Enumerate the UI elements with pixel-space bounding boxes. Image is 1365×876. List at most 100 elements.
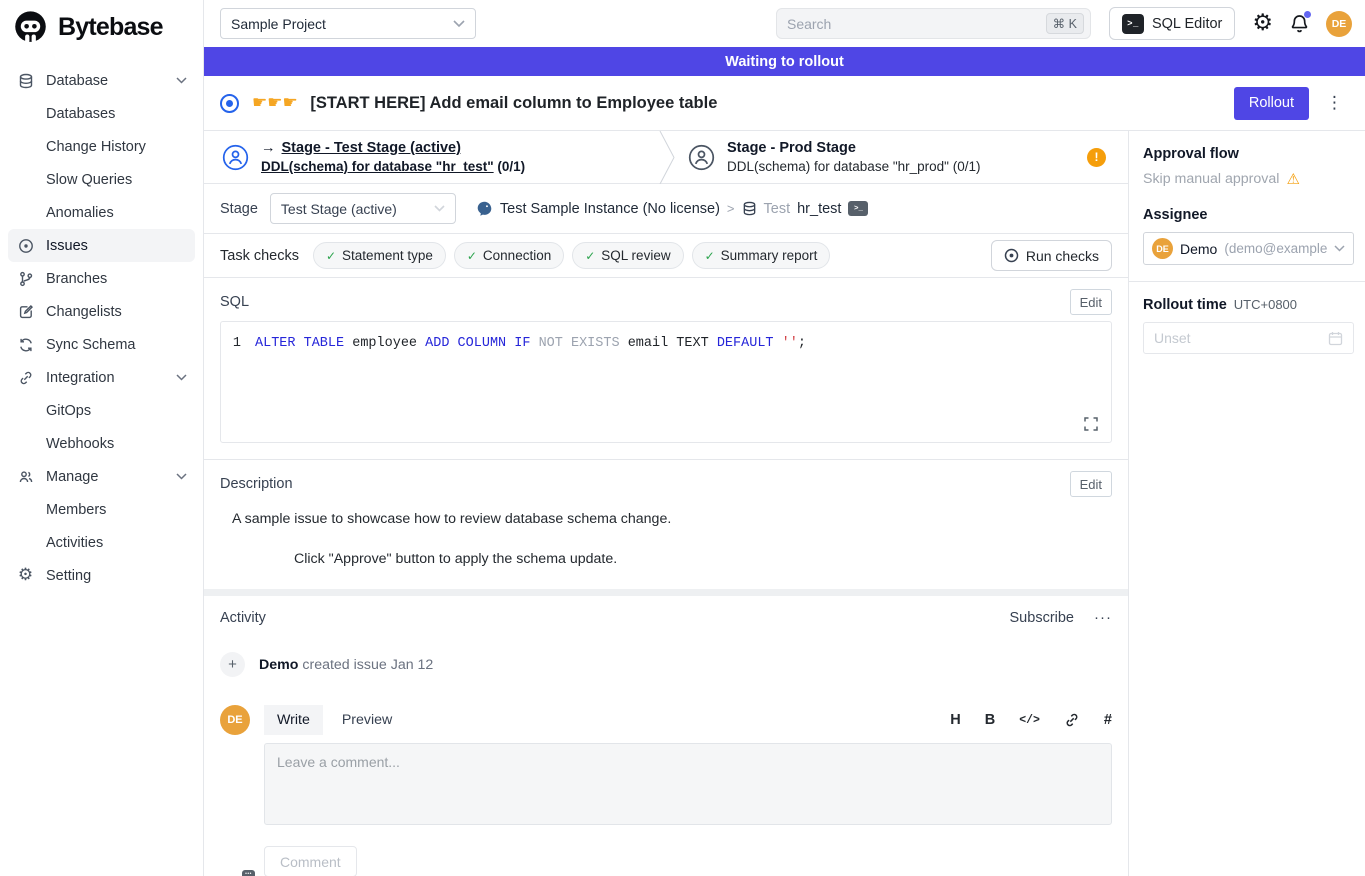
rollout-button[interactable]: Rollout — [1234, 87, 1309, 120]
gear-icon: ⚙ — [16, 567, 35, 584]
kebab-menu-icon[interactable]: ⋮ — [1326, 95, 1343, 112]
link-format-icon[interactable] — [1064, 712, 1080, 728]
sync-icon — [16, 337, 35, 353]
issue-open-icon — [220, 94, 239, 113]
activity-heading: Activity — [220, 610, 266, 626]
tab-preview[interactable]: Preview — [342, 712, 392, 728]
description-line: Click "Approve" button to apply the sche… — [220, 551, 1112, 567]
stage-card-test[interactable]: → Stage - Test Stage (active) DDL(schema… — [204, 131, 659, 183]
open-sql-editor-icon[interactable]: >_ — [848, 201, 868, 216]
sidebar-item-webhooks[interactable]: Webhooks — [8, 427, 195, 460]
sql-edit-button[interactable]: Edit — [1070, 289, 1112, 315]
sql-editor-button[interactable]: >_ SQL Editor — [1109, 7, 1235, 40]
chevron-down-icon — [1334, 245, 1345, 252]
run-checks-label: Run checks — [1026, 248, 1099, 264]
expand-icon[interactable] — [1083, 416, 1099, 432]
sidebar-item-label: Members — [46, 502, 106, 518]
hash-format-icon[interactable]: # — [1104, 712, 1112, 728]
stage-subtitle: DDL(schema) for database "hr_prod" — [727, 159, 949, 174]
comment-editor: DE ••• Write Preview H B </> — [220, 705, 1112, 876]
sql-code-block[interactable]: 1 ALTER TABLE employee ADD COLUMN IF NOT… — [220, 321, 1112, 443]
subscribe-button[interactable]: Subscribe — [1010, 610, 1074, 626]
postgres-icon — [476, 200, 493, 217]
run-checks-button[interactable]: Run checks — [991, 240, 1112, 271]
assignee-select[interactable]: DE Demo (demo@example — [1143, 232, 1354, 265]
search-input[interactable] — [787, 16, 1046, 32]
sidebar-item-members[interactable]: Members — [8, 493, 195, 526]
database-link[interactable]: hr_test — [797, 201, 841, 217]
bytebase-logo-icon — [12, 9, 49, 46]
sidebar-item-setting[interactable]: ⚙ Setting — [8, 559, 195, 592]
comment-submit-button[interactable]: Comment — [264, 846, 357, 876]
issue-side-panel: Approval flow Skip manual approval ⚠ Ass… — [1128, 131, 1365, 876]
sidebar-item-database[interactable]: Database — [8, 64, 195, 97]
activity-entry: + Demo created issue Jan 12 — [220, 652, 1112, 677]
user-avatar[interactable]: DE — [1326, 11, 1352, 37]
rollout-time-picker[interactable]: Unset — [1143, 322, 1354, 354]
chevron-down-icon — [176, 374, 187, 381]
sidebar-item-change-history[interactable]: Change History — [8, 130, 195, 163]
check-summary-report[interactable]: ✓ Summary report — [692, 242, 831, 269]
sidebar-item-manage[interactable]: Manage — [8, 460, 195, 493]
chevron-down-icon — [176, 473, 187, 480]
stage-select[interactable]: Test Stage (active) — [270, 193, 456, 224]
sidebar-item-branches[interactable]: Branches — [8, 262, 195, 295]
project-select[interactable]: Sample Project — [220, 8, 476, 39]
sidebar-item-changelists[interactable]: Changelists — [8, 295, 195, 328]
search-box[interactable]: ⌘ K — [776, 8, 1091, 39]
instance-link[interactable]: Test Sample Instance (No license) — [500, 201, 720, 217]
sidebar-item-activities[interactable]: Activities — [8, 526, 195, 559]
stage-subtitle: DDL(schema) for database "hr_test" — [261, 159, 494, 174]
description-edit-button[interactable]: Edit — [1070, 471, 1112, 497]
comment-input[interactable] — [264, 743, 1112, 825]
activity-section: Activity Subscribe ··· + Demo created is… — [204, 596, 1128, 876]
sidebar-item-anomalies[interactable]: Anomalies — [8, 196, 195, 229]
database-breadcrumb: Test Sample Instance (No license) > Test… — [476, 200, 869, 217]
sidebar-item-sync-schema[interactable]: Sync Schema — [8, 328, 195, 361]
tab-write[interactable]: Write — [264, 705, 323, 735]
stage-strip: → Stage - Test Stage (active) DDL(schema… — [204, 131, 1128, 184]
task-checks-row: Task checks ✓ Statement type ✓ Connectio… — [204, 234, 1128, 278]
sidebar-item-label: Database — [46, 73, 108, 89]
sidebar-item-issues[interactable]: Issues — [8, 229, 195, 262]
approval-flow-label: Approval flow — [1143, 146, 1354, 162]
issue-icon — [16, 238, 35, 254]
stage-separator — [659, 131, 676, 184]
activity-menu-icon[interactable]: ··· — [1094, 609, 1112, 626]
check-pass-icon: ✓ — [705, 249, 715, 263]
notifications-bell-icon[interactable] — [1289, 13, 1310, 35]
heading-format-icon[interactable]: H — [950, 712, 960, 728]
stage-bar: Stage Test Stage (active) Test Sample In… — [204, 184, 1128, 234]
brand-logo[interactable]: Bytebase — [0, 0, 203, 56]
environment-label: Test — [764, 201, 791, 217]
check-label: SQL review — [601, 248, 670, 263]
description-line: A sample issue to showcase how to review… — [220, 511, 1112, 527]
code-format-icon[interactable]: </> — [1019, 714, 1040, 727]
approval-flow-value: Skip manual approval — [1143, 171, 1279, 187]
check-statement-type[interactable]: ✓ Statement type — [313, 242, 446, 269]
sidebar-nav: Database Databases Change History Slow Q… — [0, 56, 203, 592]
activity-actor[interactable]: Demo — [259, 657, 298, 673]
activity-date: Jan 12 — [391, 657, 434, 673]
person-circle-icon — [222, 144, 249, 171]
main-column: → Stage - Test Stage (active) DDL(schema… — [204, 131, 1128, 876]
arrow-icon: → — [261, 141, 276, 156]
sidebar-item-label: Slow Queries — [46, 172, 132, 188]
sidebar-item-integration[interactable]: Integration — [8, 361, 195, 394]
breadcrumb-separator: > — [727, 201, 735, 216]
check-connection[interactable]: ✓ Connection — [454, 242, 564, 269]
check-pass-icon: ✓ — [326, 249, 336, 263]
bold-format-icon[interactable]: B — [985, 712, 995, 728]
search-shortcut-badge: ⌘ K — [1046, 13, 1084, 34]
check-sql-review[interactable]: ✓ SQL review — [572, 242, 683, 269]
sidebar-item-label: Changelists — [46, 304, 122, 320]
issue-title: ☛☛☛ [START HERE] Add email column to Emp… — [252, 93, 1234, 113]
settings-gear-icon[interactable]: ⚙ — [1252, 12, 1273, 35]
sidebar-item-slow-queries[interactable]: Slow Queries — [8, 163, 195, 196]
sidebar-item-databases[interactable]: Databases — [8, 97, 195, 130]
sidebar-item-gitops[interactable]: GitOps — [8, 394, 195, 427]
sidebar-item-label: Anomalies — [46, 205, 114, 221]
sidebar-item-label: Setting — [46, 568, 91, 584]
stage-card-prod[interactable]: Stage - Prod Stage DDL(schema) for datab… — [676, 131, 1128, 183]
link-icon — [16, 370, 35, 386]
